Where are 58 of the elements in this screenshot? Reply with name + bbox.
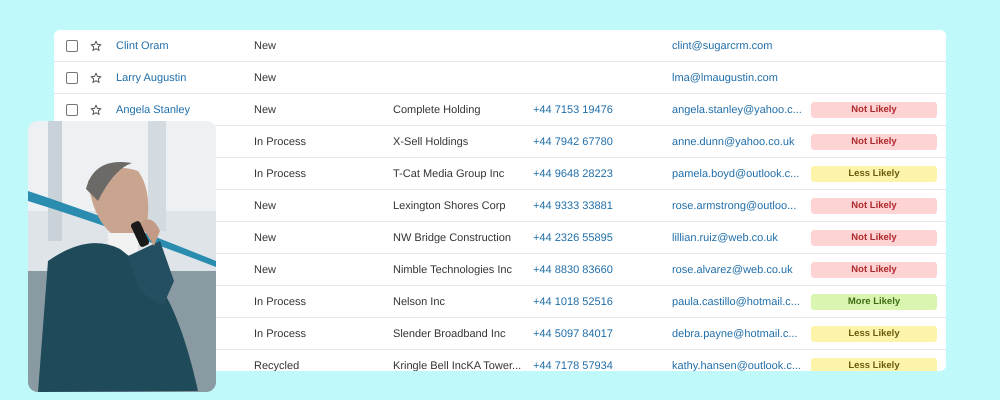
- row-checkbox[interactable]: [66, 40, 78, 52]
- email-link[interactable]: angela.stanley@yahoo.c...: [672, 104, 802, 116]
- status-text: In Process: [254, 168, 306, 180]
- email-link[interactable]: paula.castillo@hotmail.c...: [672, 296, 800, 308]
- phone-link[interactable]: +44 9648 28223: [533, 168, 613, 180]
- phone-link[interactable]: +44 7178 57934: [533, 360, 613, 371]
- email-link[interactable]: pamela.boyd@outlook.c...: [672, 168, 800, 180]
- row-checkbox[interactable]: [66, 72, 78, 84]
- status-text: New: [254, 104, 276, 116]
- status-text: New: [254, 200, 276, 212]
- phone-link[interactable]: +44 7153 19476: [533, 104, 613, 116]
- status-text: New: [254, 264, 276, 276]
- account-name: Nimble Technologies Inc: [393, 264, 512, 276]
- star-icon[interactable]: [90, 72, 102, 84]
- email-link[interactable]: anne.dunn@yahoo.co.uk: [672, 136, 794, 148]
- phone-link[interactable]: +44 9333 33881: [533, 200, 613, 212]
- email-link[interactable]: rose.armstrong@outloo...: [672, 200, 796, 212]
- phone-link[interactable]: +44 1018 52516: [533, 296, 613, 308]
- account-name: Complete Holding: [393, 104, 480, 116]
- email-link[interactable]: lillian.ruiz@web.co.uk: [672, 232, 778, 244]
- email-link[interactable]: kathy.hansen@outlook.c...: [672, 360, 801, 371]
- account-name: Kringle Bell IncKA Tower...: [393, 360, 522, 371]
- star-icon[interactable]: [90, 40, 102, 52]
- email-link[interactable]: lma@lmaugustin.com: [672, 72, 778, 84]
- phone-link[interactable]: +44 2326 55895: [533, 232, 613, 244]
- status-text: In Process: [254, 328, 306, 340]
- likelihood-badge: Not Likely: [811, 262, 937, 278]
- email-link[interactable]: rose.alvarez@web.co.uk: [672, 264, 793, 276]
- likelihood-badge: Not Likely: [811, 134, 937, 150]
- star-icon[interactable]: [90, 104, 102, 116]
- row-checkbox[interactable]: [66, 104, 78, 116]
- phone-link[interactable]: +44 8830 83660: [533, 264, 613, 276]
- account-name: T-Cat Media Group Inc: [393, 168, 504, 180]
- account-name: Slender Broadband Inc: [393, 328, 506, 340]
- likelihood-badge: Not Likely: [811, 230, 937, 246]
- lead-name-link[interactable]: Larry Augustin: [116, 72, 186, 84]
- likelihood-badge: Not Likely: [811, 102, 937, 118]
- phone-link[interactable]: +44 7942 67780: [533, 136, 613, 148]
- lead-name-link[interactable]: Clint Oram: [116, 40, 169, 52]
- status-text: In Process: [254, 296, 306, 308]
- lead-name-link[interactable]: Angela Stanley: [116, 104, 190, 116]
- account-name: Nelson Inc: [393, 296, 445, 308]
- likelihood-badge: Less Likely: [811, 326, 937, 342]
- status-text: New: [254, 72, 276, 84]
- account-name: NW Bridge Construction: [393, 232, 511, 244]
- likelihood-badge: Not Likely: [811, 198, 937, 214]
- email-link[interactable]: clint@sugarcrm.com: [672, 40, 772, 52]
- likelihood-badge: Less Likely: [811, 166, 937, 182]
- phone-link[interactable]: +44 5097 84017: [533, 328, 613, 340]
- likelihood-badge: More Likely: [811, 294, 937, 310]
- email-link[interactable]: debra.payne@hotmail.c...: [672, 328, 798, 340]
- account-name: X-Sell Holdings: [393, 136, 468, 148]
- likelihood-badge: Less Likely: [811, 358, 937, 371]
- status-text: In Process: [254, 136, 306, 148]
- status-text: Recycled: [254, 360, 300, 371]
- account-name: Lexington Shores Corp: [393, 200, 506, 212]
- status-text: New: [254, 40, 276, 52]
- status-text: New: [254, 232, 276, 244]
